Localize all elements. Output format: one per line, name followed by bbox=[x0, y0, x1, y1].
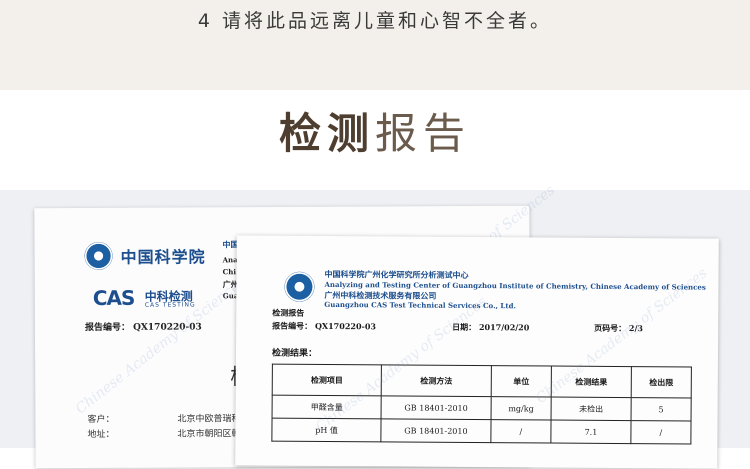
table-cell: GB 18401-2010 bbox=[381, 418, 491, 443]
address-label: 地址： bbox=[87, 429, 115, 441]
address-value: 北京市朝阳区朝 bbox=[177, 429, 241, 440]
cas-testing-logo: CAS bbox=[92, 285, 135, 310]
front-report-page: 中国科学院广州化学研究所分析测试中心 Analyzing and Testing… bbox=[235, 235, 719, 469]
client-value: 北京中欧普瑞科 bbox=[177, 414, 241, 425]
cas-emblem-icon bbox=[284, 271, 315, 302]
col-header: 检出限 bbox=[631, 366, 692, 398]
org-name: 中国科学院 bbox=[120, 247, 206, 267]
table-cell: 5 bbox=[630, 397, 692, 421]
client-row: 客户： 北京中欧普瑞科 bbox=[87, 412, 240, 426]
table-cell: 7.1 bbox=[550, 420, 631, 444]
report-number: 报告编号： QX170220-03 bbox=[272, 320, 377, 332]
address-row: 地址： 北京市朝阳区朝 bbox=[87, 427, 240, 441]
care-notice: 4 请将此品远离儿童和心智不全者。 bbox=[197, 10, 553, 32]
table-cell: GB 18401-2010 bbox=[381, 395, 491, 420]
table-cell: / bbox=[490, 419, 552, 444]
table-cell: / bbox=[630, 420, 692, 444]
cas-testing-logo-en: CAS TESTING bbox=[144, 301, 196, 309]
results-label: 检测结果： bbox=[271, 348, 318, 359]
cas-emblem-icon bbox=[84, 241, 113, 271]
section-title: 检测报告 bbox=[278, 109, 472, 158]
doc-label: 检测报告 bbox=[272, 307, 305, 318]
table-cell: 未检出 bbox=[551, 397, 632, 421]
top-banner: 4 请将此品远离儿童和心智不全者。 bbox=[0, 0, 750, 90]
back-side-text-3: Chi bbox=[222, 267, 237, 277]
back-side-text-2: Ana bbox=[222, 255, 238, 265]
table-header-row: 检测项目 检测方法 单位 检测结果 检出限 bbox=[272, 364, 692, 398]
client-label: 客户： bbox=[87, 414, 115, 426]
results-table: 检测项目 检测方法 单位 检测结果 检出限 甲醛含量 GB 18401-2010… bbox=[271, 364, 692, 445]
